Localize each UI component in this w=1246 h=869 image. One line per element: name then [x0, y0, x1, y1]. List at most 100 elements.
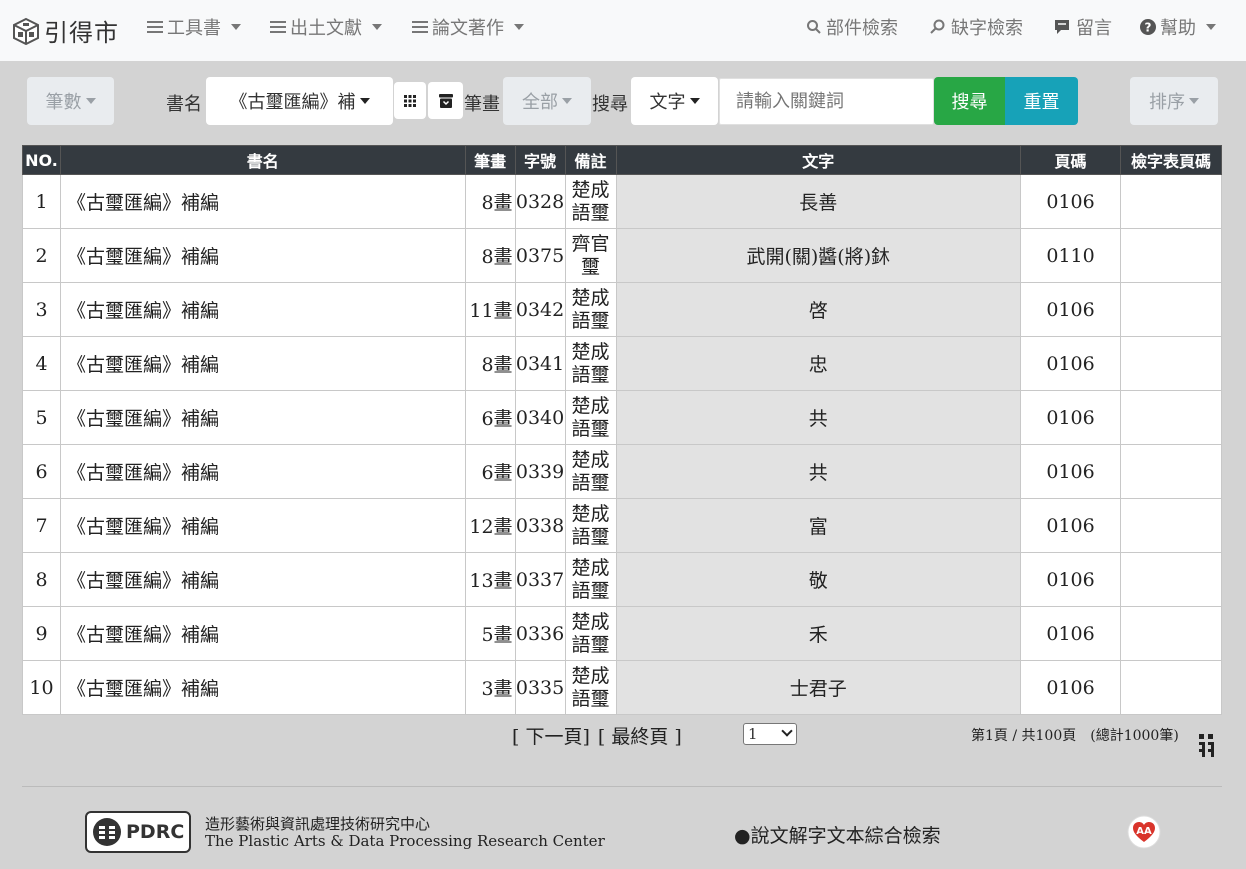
cell-note-line: 楚成 [571, 664, 610, 687]
strokes-select[interactable]: 全部 [503, 77, 591, 125]
grid-view-button[interactable] [394, 82, 426, 119]
last-page-link[interactable]: [ 最終頁 ] [598, 726, 682, 748]
cell-note-line: 楚成 [571, 394, 610, 417]
cell-index-page [1120, 174, 1222, 229]
cell-note-line: 語璽 [571, 309, 610, 332]
cell-strokes: 3畫 [464, 660, 516, 715]
pdrc-logo[interactable]: PDRC [85, 811, 191, 853]
col-header-text[interactable]: 文字 [615, 145, 1022, 175]
cell-book: 《古璽匯編》補編 [59, 174, 466, 229]
col-header-book[interactable]: 書名 [59, 145, 466, 175]
cell-text: 禾 [615, 606, 1022, 661]
search-button[interactable]: 搜尋 [934, 77, 1005, 125]
chevron-down-icon [1206, 24, 1216, 30]
cell-note-line: 語璽 [571, 687, 610, 710]
menu-icon [147, 18, 163, 36]
menu-tools[interactable]: 工具書 [147, 14, 241, 40]
cell-text: 長善 [615, 174, 1022, 229]
cell-char-num: 0328 [514, 174, 566, 229]
menu-icon [270, 18, 286, 36]
cell-note: 楚成 語璽 [564, 282, 617, 337]
col-header-page[interactable]: 頁碼 [1020, 145, 1122, 175]
col-header-strokes[interactable]: 筆畫 [464, 145, 516, 175]
cell-no: 8 [22, 552, 61, 607]
cell-index-page [1120, 606, 1222, 661]
chevron-down-icon [689, 98, 700, 104]
cell-note: 楚成 語璽 [564, 336, 617, 391]
strokes-label: 筆畫 [464, 94, 500, 115]
cell-char-num: 0375 [514, 228, 566, 283]
cell-text: 共 [615, 390, 1022, 445]
brand[interactable]: 引得市 [12, 13, 119, 48]
grid-icon [404, 94, 416, 107]
cell-note-line: 語璽 [571, 579, 610, 602]
cell-text: 共 [615, 444, 1022, 499]
archive-button[interactable] [428, 82, 463, 119]
cell-page: 0106 [1020, 444, 1122, 499]
col-header-note[interactable]: 備註 [564, 145, 617, 175]
cell-index-page [1120, 282, 1222, 337]
cell-book: 《古璽匯編》補編 [59, 444, 466, 499]
cell-no: 4 [22, 336, 61, 391]
table-row: 5 《古璽匯編》補編 6畫 0340 楚成 語璽共 0106 [22, 390, 1222, 445]
search-type-select[interactable]: 文字 [631, 77, 718, 125]
footer-org-chinese: 造形藝術與資訊處理技術研究中心 [205, 815, 431, 833]
table-row: 9 《古璽匯編》補編 5畫 0336 楚成 語璽禾 0106 [22, 606, 1222, 661]
cell-note: 楚成 語璽 [564, 390, 617, 445]
top-navbar: 引得市 工具書 出土文獻 論文著作 部件檢索 缺字檢索 留言 ? 幫助 [0, 0, 1246, 61]
menu-papers[interactable]: 論文著作 [412, 14, 524, 40]
chevron-down-icon [231, 24, 241, 30]
chevron-down-icon [781, 725, 793, 737]
shuowen-search-link[interactable]: ●說文解字文本綜合檢索 [734, 821, 941, 848]
chevron-down-icon [562, 98, 572, 104]
cell-no: 5 [22, 390, 61, 445]
search-icon [807, 20, 821, 34]
cell-note-line: 語璽 [571, 201, 610, 224]
cell-char-num: 0338 [514, 498, 566, 553]
help-icon: ? [1140, 19, 1156, 35]
cell-page: 0106 [1020, 336, 1122, 391]
cell-no: 7 [22, 498, 61, 553]
col-header-no[interactable]: NO. [22, 145, 61, 175]
keyword-search-input[interactable] [719, 78, 934, 125]
chevron-down-icon [1189, 98, 1199, 104]
cell-note-line: 楚成 [571, 448, 610, 471]
menu-excavated-docs[interactable]: 出土文獻 [270, 14, 382, 40]
reset-button[interactable]: 重置 [1005, 77, 1078, 125]
nav-message[interactable]: 留言 [1054, 14, 1112, 40]
cell-text: 忠 [615, 336, 1022, 391]
cell-note-line: 語璽 [571, 471, 610, 494]
nav-component-search[interactable]: 部件檢索 [806, 14, 898, 40]
table-row: 1 《古璽匯編》補編 8畫 0328 楚成 語璽 長善 0106 [22, 174, 1222, 229]
cell-strokes: 6畫 [464, 444, 516, 499]
page-select-value: 1 [748, 725, 758, 743]
col-header-index-page[interactable]: 檢字表頁碼 [1120, 145, 1222, 175]
cell-note-line: 楚成 [571, 178, 610, 201]
col-header-char-num[interactable]: 字號 [514, 145, 566, 175]
cell-note-line: 楚成 [571, 610, 610, 633]
cell-strokes: 8畫 [464, 228, 516, 283]
cell-note-line: 語璽 [571, 525, 610, 548]
pdrc-logo-text: PDRC [126, 821, 185, 843]
cell-note-line: 語璽 [571, 363, 610, 386]
nav-missing-char-search[interactable]: 缺字檢索 [929, 14, 1023, 40]
page-select[interactable]: 1 [743, 723, 797, 745]
cell-note-line: 楚成 [571, 340, 610, 363]
cell-char-num: 0335 [514, 660, 566, 715]
book-select[interactable]: 《古璽匯編》補 [206, 77, 393, 125]
record-count-button[interactable]: 筆數 [27, 77, 114, 125]
cell-char-num: 0341 [514, 336, 566, 391]
footer-org-english: The Plastic Arts & Data Processing Resea… [205, 832, 605, 850]
sort-button-label: 排序 [1149, 92, 1185, 113]
nav-help[interactable]: ? 幫助 [1139, 14, 1216, 40]
sort-button[interactable]: 排序 [1130, 77, 1218, 125]
cell-char-num: 0342 [514, 282, 566, 337]
accessibility-badge-icon[interactable]: AA [1127, 815, 1161, 849]
cell-book: 《古璽匯編》補編 [59, 390, 466, 445]
chat-icon [1055, 20, 1069, 34]
next-page-link[interactable]: [ 下一頁] [512, 726, 590, 748]
search-zoom-icon [930, 19, 945, 34]
book-label: 書名 [166, 94, 202, 115]
table-row: 7 《古璽匯編》補編 12畫 0338 楚成 語璽富 0106 [22, 498, 1222, 553]
expand-icon[interactable] [1198, 731, 1216, 759]
